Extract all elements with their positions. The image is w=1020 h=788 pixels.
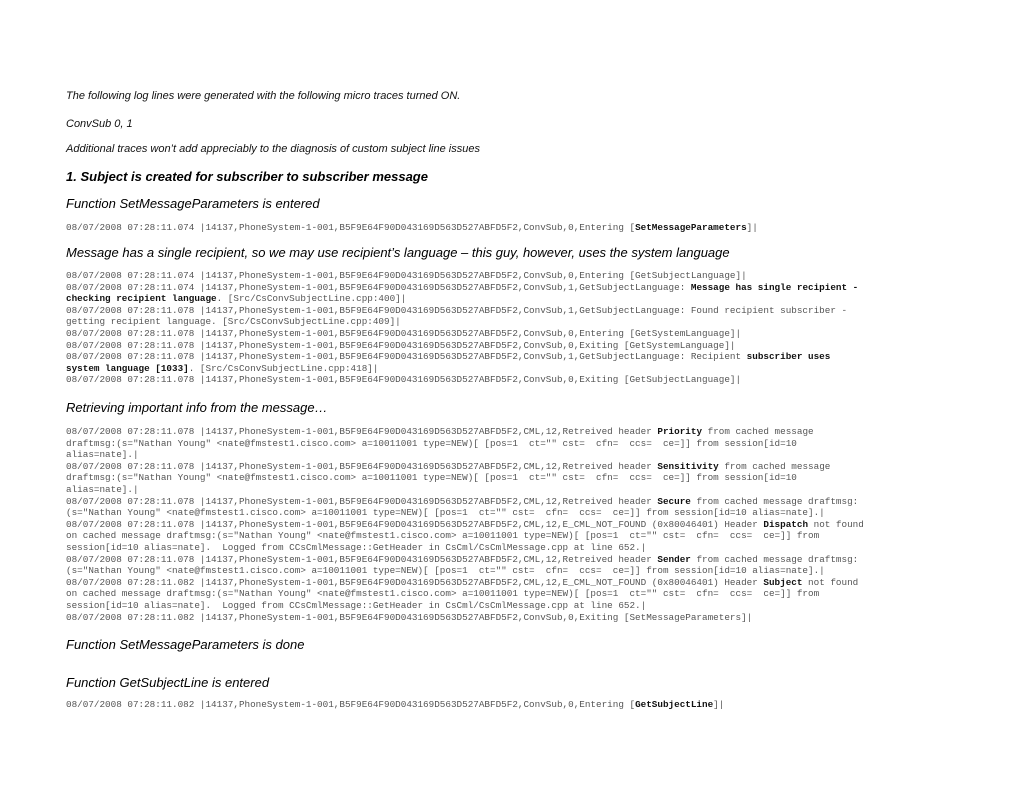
log-text: 08/07/2008 07:28:11.082 |14137,PhoneSyst… xyxy=(66,611,753,623)
log-line: 08/07/2008 07:28:11.078 |14137,PhoneSyst… xyxy=(66,426,864,438)
log-text: 08/07/2008 07:28:11.078 |14137,PhoneSyst… xyxy=(66,327,742,339)
log-text: on cached message draftmsg:(s="Nathan Yo… xyxy=(66,588,820,600)
log-line: 08/07/2008 07:28:11.082 |14137,PhoneSyst… xyxy=(66,612,864,624)
log-text: 08/07/2008 07:28:11.074 |14137,PhoneSyst… xyxy=(66,281,691,293)
log-text: . [Src/CsConvSubjectLine.cpp:418]| xyxy=(188,362,379,374)
log-highlight: Secure xyxy=(657,495,691,507)
log-text: 08/07/2008 07:28:11.078 |14137,PhoneSyst… xyxy=(66,304,848,316)
log-text: 08/07/2008 07:28:11.078 |14137,PhoneSyst… xyxy=(66,518,764,530)
log-text: draftmsg:(s="Nathan Young" <nate@fmstest… xyxy=(66,437,797,449)
log-text: 08/07/2008 07:28:11.078 |14137,PhoneSyst… xyxy=(66,374,742,386)
log-block-1: 08/07/2008 07:28:11.074 |14137,PhoneSyst… xyxy=(66,222,758,234)
log-text: on cached message draftmsg:(s="Nathan Yo… xyxy=(66,530,820,542)
log-line: 08/07/2008 07:28:11.078 |14137,PhoneSyst… xyxy=(66,328,858,340)
log-line: on cached message draftmsg:(s="Nathan Yo… xyxy=(66,530,864,542)
log-text: 08/07/2008 07:28:11.078 |14137,PhoneSyst… xyxy=(66,339,736,351)
log-text: 08/07/2008 07:28:11.078 |14137,PhoneSyst… xyxy=(66,553,658,565)
log-text: 08/07/2008 07:28:11.074 |14137,PhoneSyst… xyxy=(66,270,747,281)
log-line: 08/07/2008 07:28:11.078 |14137,PhoneSyst… xyxy=(66,461,864,473)
log-text: from cached message draftmsg: xyxy=(690,495,859,507)
log-text: 08/07/2008 07:28:11.074 |14137,PhoneSyst… xyxy=(66,222,636,233)
log-line: 08/07/2008 07:28:11.074 |14137,PhoneSyst… xyxy=(66,270,858,282)
log-text: from cached message draftmsg: xyxy=(690,553,859,565)
log-line: draftmsg:(s="Nathan Young" <nate@fmstest… xyxy=(66,438,864,450)
log-line: getting recipient language. [Src/CsConvS… xyxy=(66,316,858,328)
log-line: checking recipient language. [Src/CsConv… xyxy=(66,293,858,305)
log-text: session[id=10 alias=nate]. Logged from C… xyxy=(66,541,647,553)
language-note-heading: Message has a single recipient, so we ma… xyxy=(66,245,730,260)
log-text: ]| xyxy=(713,699,725,710)
log-text: 08/07/2008 07:28:11.078 |14137,PhoneSyst… xyxy=(66,426,658,437)
log-text: from cached message xyxy=(718,460,831,472)
log-text: (s="Nathan Young" <nate@fmstest1.cisco.c… xyxy=(66,507,825,519)
log-block-4: 08/07/2008 07:28:11.082 |14137,PhoneSyst… xyxy=(66,699,724,711)
log-highlight: subscriber uses xyxy=(746,351,831,363)
function-done-heading: Function SetMessageParameters is done xyxy=(66,637,305,652)
intro-line-1: The following log lines were generated w… xyxy=(66,90,461,102)
log-line: (s="Nathan Young" <nate@fmstest1.cisco.c… xyxy=(66,565,864,577)
log-text: 08/07/2008 07:28:11.082 |14137,PhoneSyst… xyxy=(66,576,764,588)
log-line: 08/07/2008 07:28:11.074 |14137,PhoneSyst… xyxy=(66,282,858,294)
getsubjectline-heading: Function GetSubjectLine is entered xyxy=(66,675,270,690)
log-text: not found xyxy=(802,576,859,588)
log-line: 08/07/2008 07:28:11.078 |14137,PhoneSyst… xyxy=(66,340,858,352)
log-text: from cached message xyxy=(702,426,814,437)
log-highlight: Sender xyxy=(657,553,691,565)
log-text: 08/07/2008 07:28:11.078 |14137,PhoneSyst… xyxy=(66,460,658,472)
log-highlight: Sensitivity xyxy=(657,460,719,472)
log-line: 08/07/2008 07:28:11.082 |14137,PhoneSyst… xyxy=(66,699,724,711)
log-highlight: Message has single recipient - xyxy=(690,281,859,293)
log-text: (s="Nathan Young" <nate@fmstest1.cisco.c… xyxy=(66,565,825,577)
log-line: 08/07/2008 07:28:11.078 |14137,PhoneSyst… xyxy=(66,305,858,317)
log-line: 08/07/2008 07:28:11.078 |14137,PhoneSyst… xyxy=(66,554,864,566)
log-highlight: GetSubjectLine xyxy=(635,699,714,710)
function-entered-heading: Function SetMessageParameters is entered xyxy=(66,196,320,211)
log-line: 08/07/2008 07:28:11.082 |14137,PhoneSyst… xyxy=(66,577,864,589)
log-highlight: checking recipient language xyxy=(66,293,217,305)
log-line: 08/07/2008 07:28:11.078 |14137,PhoneSyst… xyxy=(66,519,864,531)
log-text: draftmsg:(s="Nathan Young" <nate@fmstest… xyxy=(66,472,797,484)
log-block-2: 08/07/2008 07:28:11.074 |14137,PhoneSyst… xyxy=(66,270,858,386)
log-highlight: Priority xyxy=(657,426,703,437)
log-line: 08/07/2008 07:28:11.078 |14137,PhoneSyst… xyxy=(66,351,858,363)
log-text: not found xyxy=(808,518,864,530)
intro-line-3: Additional traces won’t add appreciably … xyxy=(66,143,480,155)
log-text: getting recipient language. [Src/CsConvS… xyxy=(66,316,401,328)
log-text: 08/07/2008 07:28:11.078 |14137,PhoneSyst… xyxy=(66,495,658,507)
log-highlight: system language [1033] xyxy=(66,362,189,374)
retrieving-note-heading: Retrieving important info from the messa… xyxy=(66,400,328,415)
log-line: 08/07/2008 07:28:11.074 |14137,PhoneSyst… xyxy=(66,222,758,234)
log-text: ]| xyxy=(746,222,758,233)
log-line: on cached message draftmsg:(s="Nathan Yo… xyxy=(66,588,864,600)
log-text: 08/07/2008 07:28:11.082 |14137,PhoneSyst… xyxy=(66,699,636,710)
log-text: 08/07/2008 07:28:11.078 |14137,PhoneSyst… xyxy=(66,351,747,363)
log-line: alias=nate].| xyxy=(66,484,864,496)
log-line: alias=nate].| xyxy=(66,449,864,461)
log-line: system language [1033]. [Src/CsConvSubje… xyxy=(66,363,858,375)
log-line: draftmsg:(s="Nathan Young" <nate@fmstest… xyxy=(66,472,864,484)
log-highlight: SetMessageParameters xyxy=(635,222,747,233)
log-line: session[id=10 alias=nate]. Logged from C… xyxy=(66,542,864,554)
log-highlight: Subject xyxy=(763,576,803,588)
log-line: session[id=10 alias=nate]. Logged from C… xyxy=(66,600,864,612)
intro-line-2: ConvSub 0, 1 xyxy=(66,118,133,130)
log-line: 08/07/2008 07:28:11.078 |14137,PhoneSyst… xyxy=(66,496,864,508)
log-line: 08/07/2008 07:28:11.078 |14137,PhoneSyst… xyxy=(66,374,858,386)
log-text: alias=nate].| xyxy=(66,449,139,461)
section-title: 1. Subject is created for subscriber to … xyxy=(66,169,428,184)
log-text: . [Src/CsConvSubjectLine.cpp:400]| xyxy=(216,293,407,305)
log-highlight: Dispatch xyxy=(763,518,809,530)
log-text: session[id=10 alias=nate]. Logged from C… xyxy=(66,599,647,611)
log-text: alias=nate].| xyxy=(66,483,139,495)
log-line: (s="Nathan Young" <nate@fmstest1.cisco.c… xyxy=(66,507,864,519)
log-block-3: 08/07/2008 07:28:11.078 |14137,PhoneSyst… xyxy=(66,426,864,623)
